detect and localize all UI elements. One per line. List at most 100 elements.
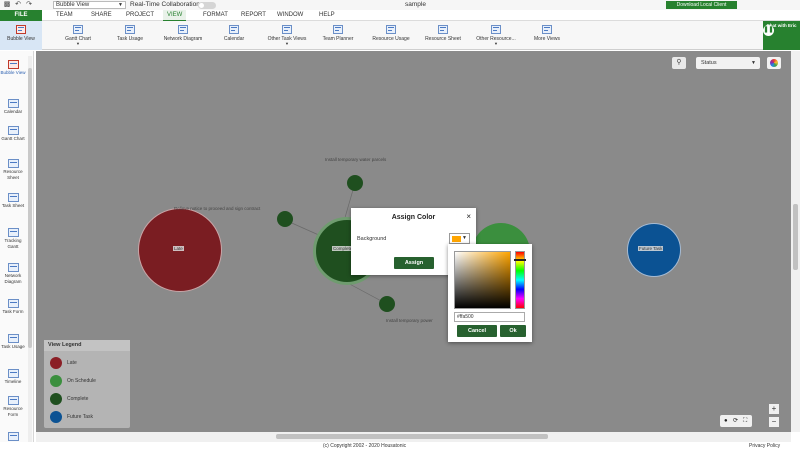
chat-button[interactable]: ❚❚ Chat with Eric [763, 21, 800, 50]
zoom-in-button[interactable]: + [769, 404, 779, 414]
assign-button[interactable]: Assign [394, 257, 434, 269]
sidebar-item-resource-form[interactable]: Resource Form [0, 396, 26, 417]
ribbon-bubble-view-button[interactable]: Bubble View [0, 21, 42, 50]
tab-help[interactable]: HELP [319, 10, 335, 21]
tab-project[interactable]: PROJECT [126, 10, 154, 21]
realtime-collaboration-toggle[interactable] [198, 1, 216, 9]
tracking-gantt-icon [7, 228, 19, 237]
tab-share[interactable]: SHARE [91, 10, 112, 21]
ribbon-other-task-views-button[interactable]: Other Task Views ▼ [264, 21, 310, 50]
tab-view[interactable]: VIEW [163, 10, 187, 21]
chat-pause-icon: ❚❚ [763, 25, 774, 36]
sidebar-item-network-diagram[interactable]: Network Diagram [0, 263, 26, 284]
ribbon-resource-sheet-button[interactable]: Resource Sheet [421, 21, 465, 50]
tab-team[interactable]: TEAM [56, 10, 73, 21]
team-planner-icon [333, 25, 343, 34]
ribbon-resource-usage-button[interactable]: Resource Usage [369, 21, 413, 50]
task-bubble-small[interactable] [347, 175, 363, 191]
more-views-icon [542, 25, 552, 34]
report-icon [7, 432, 19, 441]
color-palette-button[interactable] [767, 57, 781, 69]
sidebar-item-bubble-view[interactable]: Bubble View [0, 60, 26, 76]
ribbon-more-views-button[interactable]: More Views [530, 21, 564, 50]
refresh-icon[interactable]: ⟳ [733, 415, 738, 427]
tab-file[interactable]: FILE [0, 10, 42, 21]
gantt-chart-icon [7, 126, 19, 135]
privacy-policy-link[interactable]: Privacy Policy [749, 442, 780, 450]
vertical-scrollbar[interactable] [791, 51, 800, 432]
cancel-button[interactable]: Cancel [457, 325, 497, 337]
sidebar-item-calendar[interactable]: Calendar [0, 99, 26, 115]
app-window: ▩ ↶ ↷ Bubble View ▼ Real-Time Collaborat… [0, 0, 800, 450]
chevron-down-icon: ▼ [462, 235, 467, 241]
color-swatch [452, 236, 461, 242]
fullscreen-icon[interactable]: ⛶ [743, 415, 747, 427]
ok-button[interactable]: Ok [500, 325, 526, 337]
close-icon[interactable]: × [466, 212, 471, 221]
status-select[interactable]: Status ▼ [696, 57, 760, 69]
tab-window[interactable]: WINDOW [277, 10, 303, 21]
hex-color-input[interactable]: #ffa500 [454, 312, 525, 322]
task-usage-icon [125, 25, 135, 34]
sidebar-item-label: Gantt Chart [1, 136, 25, 141]
search-icon: ⚲ [676, 59, 682, 66]
tab-report[interactable]: REPORT [241, 10, 266, 21]
ribbon-calendar-button[interactable]: Calendar [217, 21, 251, 50]
view-select-value: Bubble View [56, 2, 90, 8]
hue-slider-handle[interactable] [514, 259, 526, 261]
zoom-out-button[interactable]: − [769, 417, 779, 427]
download-local-client-button[interactable]: Download Local Client [666, 1, 737, 9]
tab-format[interactable]: FORMAT [203, 10, 228, 21]
horizontal-scrollbar[interactable] [36, 432, 791, 442]
sidebar-item-task-form[interactable]: Task Form [0, 299, 26, 315]
resource-views-icon [491, 25, 501, 34]
search-button[interactable]: ⚲ [672, 57, 686, 69]
chevron-down-icon: ▼ [118, 2, 123, 8]
ribbon-task-usage-button[interactable]: Task Usage [112, 21, 148, 50]
sidebar-item-gantt-chart[interactable]: Gantt Chart [0, 126, 26, 142]
dropdown-arrow-icon: ▼ [76, 41, 80, 46]
saturation-brightness-field[interactable] [454, 251, 511, 309]
menu-bar: FILE TEAM SHARE PROJECT VIEW FORMAT REPO… [0, 10, 800, 21]
task-sheet-icon [7, 193, 19, 202]
ribbon-button-label: Calendar [223, 36, 245, 42]
ribbon-other-resource-views-button[interactable]: Other Resource... ▼ [472, 21, 520, 50]
color-picker-popup: #ffa500 Cancel Ok [448, 244, 532, 342]
redo-icon[interactable]: ↷ [25, 1, 33, 9]
timeline-icon [7, 369, 19, 378]
sidebar-item-more[interactable] [0, 432, 26, 441]
dropdown-arrow-icon: ▼ [494, 41, 498, 46]
background-label: Background [357, 236, 387, 242]
dialog-title: Assign Color [391, 214, 436, 221]
copyright-text: (c) Copyright 2002 - 2020 Housatonic [323, 443, 407, 449]
ribbon-network-diagram-button[interactable]: Network Diagram [160, 21, 206, 50]
sidebar-scrollbar[interactable] [28, 56, 32, 442]
legend-label: On Schedule [67, 378, 96, 384]
background-color-dropdown[interactable]: ▼ [449, 233, 470, 244]
record-icon[interactable]: ● [724, 415, 728, 427]
network-diagram-icon [7, 263, 19, 272]
legend-swatch [50, 393, 62, 405]
task-label-notice: Relieve notice to proceed and sign contr… [174, 206, 261, 211]
color-wheel-icon [770, 59, 778, 67]
task-bubble-small[interactable] [379, 296, 395, 312]
ribbon-gantt-chart-button[interactable]: Gantt Chart ▼ [60, 21, 96, 50]
sidebar-item-label: Resource Sheet [3, 169, 23, 180]
late-bubble-label: Late [173, 246, 184, 251]
sidebar-item-tracking-gantt[interactable]: Tracking Gantt [0, 228, 26, 249]
sidebar-item-timeline[interactable]: Timeline [0, 369, 26, 385]
undo-icon[interactable]: ↶ [14, 1, 22, 9]
sidebar-item-task-sheet[interactable]: Task Sheet [0, 193, 26, 209]
task-views-icon [282, 25, 292, 34]
task-bubble-small[interactable] [277, 211, 293, 227]
view-select[interactable]: Bubble View ▼ [53, 1, 126, 9]
task-usage-icon [7, 334, 19, 343]
save-icon[interactable]: ▩ [3, 1, 11, 9]
sidebar-item-resource-sheet[interactable]: Resource Sheet [0, 159, 26, 180]
dropdown-arrow-icon: ▼ [285, 41, 289, 46]
ribbon-team-planner-button[interactable]: Team Planner [318, 21, 358, 50]
footer: (c) Copyright 2002 - 2020 Housatonic Pri… [0, 442, 800, 450]
future-bubble-label: Future Task [638, 246, 664, 251]
sidebar-item-task-usage[interactable]: Task Usage [0, 334, 26, 350]
resource-usage-icon [386, 25, 396, 34]
